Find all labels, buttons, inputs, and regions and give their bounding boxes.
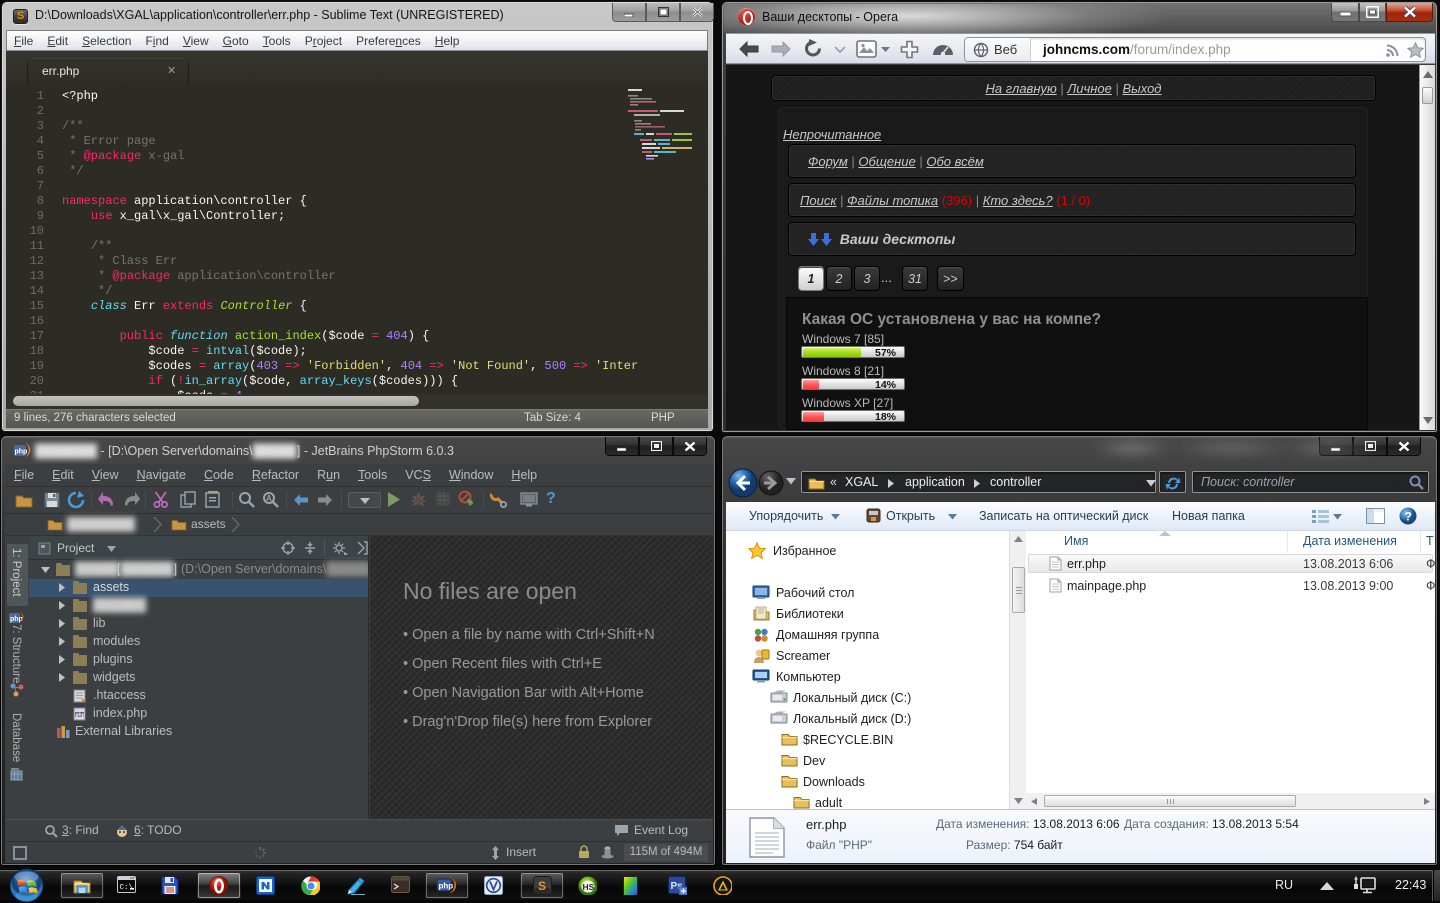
svg-text:A: A	[266, 494, 272, 503]
svg-text:php: php	[10, 616, 23, 623]
svg-text:php: php	[76, 713, 85, 719]
svg-text:S: S	[538, 879, 546, 893]
svg-text:?: ?	[1405, 510, 1412, 524]
svg-text:php: php	[15, 449, 28, 456]
svg-text:php: php	[439, 882, 454, 891]
svg-text:HS: HS	[583, 882, 595, 892]
